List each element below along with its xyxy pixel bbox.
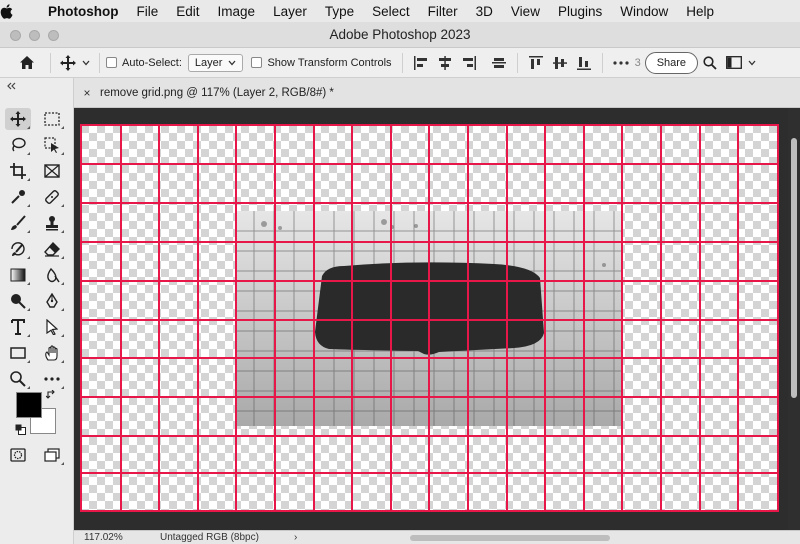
blur-tool-icon[interactable] [39, 264, 65, 286]
hand-tool-icon[interactable] [39, 342, 65, 364]
align-top-edges-icon[interactable] [524, 52, 548, 74]
chevron-down-icon [228, 60, 236, 65]
zoom-window-button[interactable] [48, 30, 59, 41]
zoom-tool-icon[interactable] [5, 368, 31, 390]
foreground-color-swatch[interactable] [16, 392, 42, 418]
brush-tool-icon[interactable] [5, 212, 31, 234]
menu-edit[interactable]: Edit [167, 4, 208, 19]
clone-stamp-tool-icon[interactable] [39, 212, 65, 234]
crop-tool-icon[interactable] [5, 160, 31, 182]
document-tab[interactable]: × remove grid.png @ 117% (Layer 2, RGB/8… [74, 78, 800, 108]
chevron-down-icon[interactable] [79, 52, 93, 74]
workspace-icon[interactable] [722, 52, 746, 74]
more-options-icon[interactable] [609, 52, 633, 74]
document-tab-title: remove grid.png @ 117% (Layer 2, RGB/8#)… [100, 86, 334, 99]
divider [601, 52, 603, 73]
distribute-vertical-icon[interactable] [487, 52, 511, 74]
swap-colors-icon[interactable] [44, 388, 58, 402]
gradient-tool-icon[interactable] [5, 264, 31, 286]
quick-mask-icon[interactable] [5, 444, 31, 466]
pen-tool-icon[interactable] [39, 290, 65, 312]
align-vertical-centers-icon[interactable] [548, 52, 572, 74]
divider [516, 52, 518, 73]
rectangle-tool-icon[interactable] [5, 342, 31, 364]
apple-icon[interactable] [0, 3, 40, 19]
menu-help[interactable]: Help [677, 4, 723, 19]
menu-file[interactable]: File [128, 4, 168, 19]
menu-image[interactable]: Image [209, 4, 265, 19]
collapse-panel-icon[interactable] [0, 82, 73, 98]
3d-mode-label: 3 [634, 56, 641, 69]
show-transform-checkbox[interactable] [251, 57, 263, 68]
move-tool-icon[interactable] [5, 108, 31, 130]
menu-app-name[interactable]: Photoshop [40, 4, 128, 19]
auto-select-checkbox[interactable] [106, 57, 117, 68]
window-controls [10, 30, 59, 41]
divider [50, 52, 51, 73]
auto-select-dropdown[interactable]: Layer [187, 53, 244, 72]
marquee-tool-icon[interactable] [39, 108, 65, 130]
menu-view[interactable]: View [502, 4, 549, 19]
horizontal-scrollbar-thumb[interactable] [410, 534, 610, 541]
eyedropper-tool-icon[interactable] [5, 186, 31, 208]
history-brush-tool-icon[interactable] [5, 238, 31, 260]
frame-tool-icon[interactable] [39, 160, 65, 182]
window-title-bar: Adobe Photoshop 2023 [0, 22, 800, 48]
align-right-edges-icon[interactable] [457, 52, 481, 74]
align-horizontal-centers-icon[interactable] [433, 52, 457, 74]
move-tool-preset-icon[interactable] [57, 52, 79, 74]
lasso-tool-icon[interactable] [5, 134, 31, 156]
menu-layer[interactable]: Layer [264, 4, 316, 19]
document-canvas[interactable] [74, 108, 800, 530]
zoom-level[interactable]: 117.02% [74, 532, 144, 543]
status-info-arrow[interactable]: › [294, 532, 310, 543]
status-bar: 117.02% Untagged RGB (8bpc) › [74, 530, 800, 544]
eraser-tool-icon[interactable] [39, 238, 65, 260]
divider [401, 52, 403, 73]
menu-window[interactable]: Window [611, 4, 677, 19]
auto-select-value: Layer [194, 56, 223, 69]
more-tools-icon[interactable] [39, 368, 65, 390]
menu-bar: Photoshop File Edit Image Layer Type Sel… [0, 0, 800, 22]
menu-type[interactable]: Type [316, 4, 363, 19]
show-transform-label: Show Transform Controls [267, 56, 392, 69]
default-colors-icon[interactable] [13, 422, 27, 436]
healing-brush-tool-icon[interactable] [39, 186, 65, 208]
menu-filter[interactable]: Filter [419, 4, 467, 19]
screen-mode-icon[interactable] [39, 444, 65, 466]
object-select-tool-icon[interactable] [39, 134, 65, 156]
auto-select-label: Auto-Select: [122, 56, 182, 69]
menu-3d[interactable]: 3D [467, 4, 502, 19]
divider [99, 52, 100, 73]
tools-panel [0, 78, 74, 544]
type-tool-icon[interactable] [5, 316, 31, 338]
chevron-down-icon[interactable] [746, 52, 758, 74]
options-bar: Auto-Select: Layer Show Transform Contro… [0, 48, 800, 78]
window-title: Adobe Photoshop 2023 [329, 27, 471, 42]
menu-plugins[interactable]: Plugins [549, 4, 611, 19]
path-select-tool-icon[interactable] [39, 316, 65, 338]
menu-select[interactable]: Select [363, 4, 419, 19]
close-document-icon[interactable]: × [74, 86, 100, 100]
canvas-area[interactable] [74, 108, 800, 530]
minimize-window-button[interactable] [29, 30, 40, 41]
vertical-scrollbar-thumb[interactable] [791, 138, 797, 398]
home-icon[interactable] [16, 52, 38, 74]
align-left-edges-icon[interactable] [409, 52, 433, 74]
align-bottom-edges-icon[interactable] [572, 52, 596, 74]
share-button[interactable]: Share [644, 51, 699, 74]
search-icon[interactable] [698, 52, 722, 74]
dodge-tool-icon[interactable] [5, 290, 31, 312]
color-profile-info: Untagged RGB (8bpc) [160, 532, 259, 543]
close-window-button[interactable] [10, 30, 21, 41]
vertical-scrollbar[interactable] [788, 108, 800, 530]
